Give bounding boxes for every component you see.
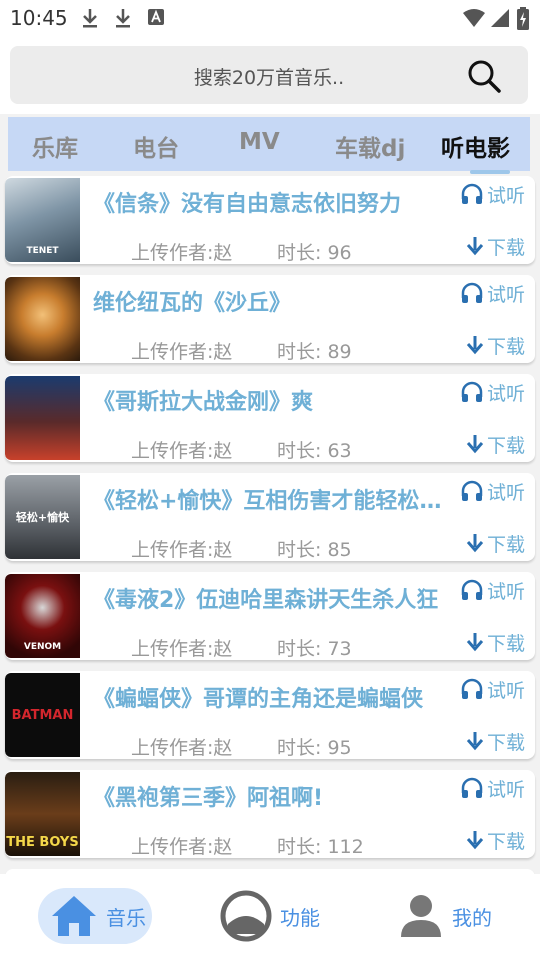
cover-image: THE BOYS	[5, 772, 80, 856]
nav-music[interactable]: 音乐	[38, 888, 152, 944]
download-button[interactable]: 下载	[466, 727, 525, 755]
download-button[interactable]: 下载	[466, 529, 525, 557]
listen-button[interactable]: 试听	[460, 378, 525, 406]
cover-image: BATMAN	[5, 673, 80, 757]
search-input[interactable]: 搜索20万首音乐..	[10, 46, 528, 104]
duration-label: 时长: 96	[277, 242, 352, 264]
duration-label: 时长: 73	[277, 638, 352, 660]
author-label: 上传作者:赵	[131, 242, 233, 264]
list-item[interactable]: TENET 《信条》没有自由意志依旧努力 上传作者:赵 时长: 96 试听 下载	[5, 176, 535, 264]
list-item[interactable]: 轻松+愉快 《轻松+愉快》互相伤害才能轻松愉快 上传作者:赵 时长: 85 试听…	[5, 473, 535, 561]
listen-button[interactable]: 试听	[460, 180, 525, 208]
song-title[interactable]: 《黑袍第三季》阿祖啊!	[93, 780, 443, 812]
duration-label: 时长: 112	[277, 836, 364, 858]
duration-label: 时长: 89	[277, 341, 352, 363]
author-label: 上传作者:赵	[131, 737, 233, 759]
status-time: 10:45	[10, 6, 68, 30]
duration-label: 时长: 85	[277, 539, 352, 561]
headphones-icon	[461, 777, 483, 798]
search-icon[interactable]	[466, 58, 502, 94]
duration-label: 时长: 95	[277, 737, 352, 759]
tab-mv[interactable]: MV	[239, 129, 280, 155]
headphones-icon	[461, 381, 483, 402]
arrow-down-icon	[466, 336, 484, 355]
list-item[interactable]: 维伦纽瓦的《沙丘》 上传作者:赵 时长: 89 试听 下载	[5, 275, 535, 363]
headphones-icon	[461, 282, 483, 303]
search-placeholder: 搜索20万首音乐..	[193, 67, 345, 89]
author-label: 上传作者:赵	[131, 341, 233, 363]
duration-label: 时长: 63	[277, 440, 352, 462]
listen-button[interactable]: 试听	[460, 675, 525, 703]
download-button[interactable]: 下载	[466, 628, 525, 656]
tab-library[interactable]: 乐库	[32, 129, 78, 163]
listen-button[interactable]: 试听	[460, 774, 525, 802]
arrow-down-icon	[466, 237, 484, 256]
tab-radio[interactable]: 电台	[133, 129, 179, 163]
cover-image	[5, 277, 80, 361]
wifi-icon	[463, 9, 485, 27]
listen-button[interactable]: 试听	[460, 477, 525, 505]
download-button[interactable]: 下载	[466, 826, 525, 854]
headphones-icon	[461, 579, 483, 600]
headphones-icon	[461, 183, 483, 204]
author-label: 上传作者:赵	[131, 836, 233, 858]
song-list[interactable]: TENET 《信条》没有自由意志依旧努力 上传作者:赵 时长: 96 试听 下载…	[0, 172, 540, 874]
download-button[interactable]: 下载	[466, 331, 525, 359]
song-title[interactable]: 《毒液2》伍迪哈里森讲天生杀人狂	[93, 582, 443, 614]
arrow-down-icon	[466, 534, 484, 553]
text-a-icon	[148, 9, 164, 25]
headphones-icon	[461, 480, 483, 501]
category-tab-bar: 乐库 电台 MV 车载dj 听电影	[8, 117, 530, 174]
cover-image: TENET	[5, 178, 80, 262]
download-icon	[116, 9, 130, 28]
list-item[interactable]: VENOM 《毒液2》伍迪哈里森讲天生杀人狂 上传作者:赵 时长: 73 试听 …	[5, 572, 535, 660]
signal-icon	[491, 9, 509, 27]
song-title[interactable]: 《哥斯拉大战金刚》爽	[93, 384, 443, 416]
song-title[interactable]: 《信条》没有自由意志依旧努力	[93, 186, 443, 218]
author-label: 上传作者:赵	[131, 440, 233, 462]
listen-button[interactable]: 试听	[460, 279, 525, 307]
list-item[interactable]: 《哥斯拉大战金刚》爽 上传作者:赵 时长: 63 试听 下载	[5, 374, 535, 462]
song-title[interactable]: 维伦纽瓦的《沙丘》	[93, 285, 443, 317]
cover-image: 轻松+愉快	[5, 475, 80, 559]
list-item[interactable]: BATMAN 《蝙蝠侠》哥谭的主角还是蝙蝠侠 上传作者:赵 时长: 95 试听 …	[5, 671, 535, 759]
arrow-down-icon	[466, 732, 484, 751]
listen-button[interactable]: 试听	[460, 576, 525, 604]
cover-image	[5, 376, 80, 460]
user-icon	[401, 895, 441, 937]
tab-car-dj[interactable]: 车载dj	[335, 129, 405, 163]
nav-features[interactable]: 功能	[220, 888, 330, 944]
song-title[interactable]: 《轻松+愉快》互相伤害才能轻松愉快	[93, 483, 443, 515]
bottom-nav: 音乐 功能 我的	[0, 874, 540, 960]
headphones-icon	[461, 678, 483, 699]
arrow-down-icon	[466, 831, 484, 850]
download-button[interactable]: 下载	[466, 430, 525, 458]
list-item[interactable]: THE BOYS 《黑袍第三季》阿祖啊! 上传作者:赵 时长: 112 试听 下…	[5, 770, 535, 858]
nav-mine[interactable]: 我的	[398, 888, 508, 944]
record-icon	[220, 890, 272, 942]
download-button[interactable]: 下载	[466, 232, 525, 260]
cover-image: VENOM	[5, 574, 80, 658]
status-bar: 10:45	[0, 0, 540, 36]
home-icon	[52, 896, 96, 936]
search-area: 搜索20万首音乐..	[0, 36, 540, 114]
tab-movie-audio[interactable]: 听电影	[441, 129, 510, 163]
download-icon	[83, 9, 97, 28]
battery-charging-icon	[517, 7, 529, 30]
arrow-down-icon	[466, 435, 484, 454]
arrow-down-icon	[466, 633, 484, 652]
author-label: 上传作者:赵	[131, 638, 233, 660]
song-title[interactable]: 《蝙蝠侠》哥谭的主角还是蝙蝠侠	[93, 681, 443, 713]
author-label: 上传作者:赵	[131, 539, 233, 561]
